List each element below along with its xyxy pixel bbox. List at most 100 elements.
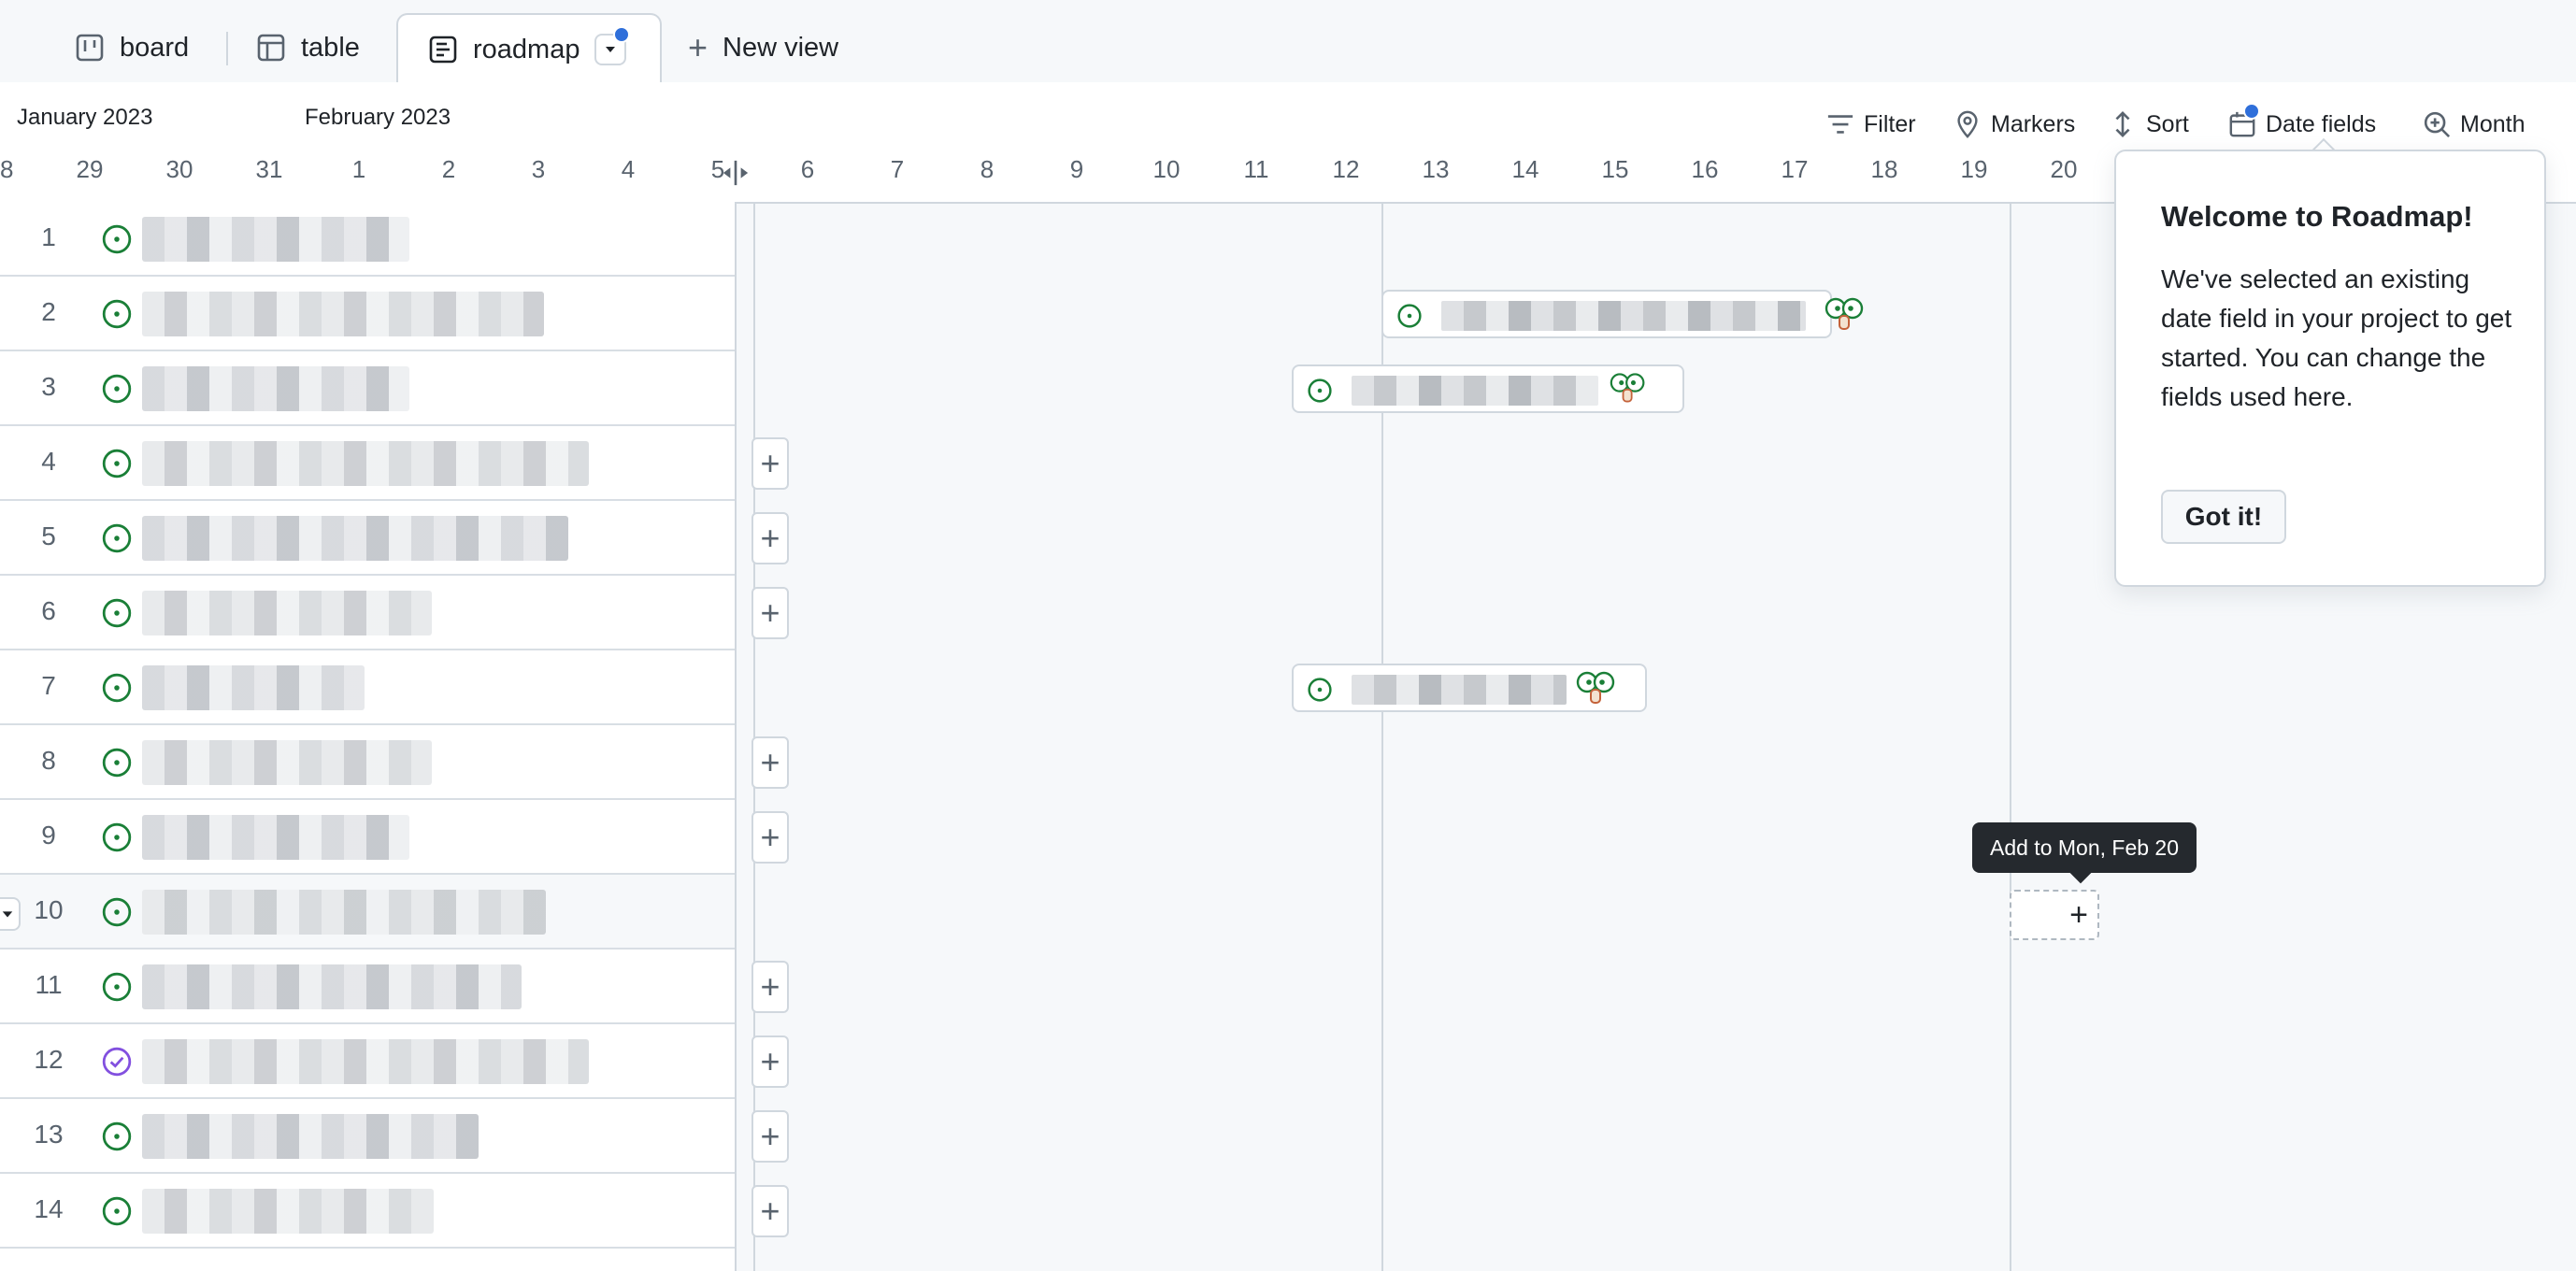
issue-open-icon: [1397, 304, 1422, 328]
table-row[interactable]: 13: [0, 1099, 735, 1174]
day-label: 16: [1691, 155, 1719, 183]
table-row[interactable]: 9: [0, 800, 735, 875]
item-title-redacted[interactable]: [142, 815, 409, 860]
assignee-avatar-icon: [1825, 297, 1866, 336]
add-date-tooltip: Add to Mon, Feb 20: [1972, 822, 2197, 873]
day-label: 4: [621, 155, 636, 183]
plus-icon: +: [688, 28, 708, 66]
add-date-button[interactable]: +: [751, 437, 789, 490]
issue-open-icon: [101, 597, 133, 634]
tab-board[interactable]: board: [75, 13, 189, 82]
item-title-redacted[interactable]: [142, 890, 546, 935]
table-row[interactable]: 8: [0, 725, 735, 800]
row-number: 9: [41, 821, 56, 850]
add-date-button[interactable]: +: [751, 512, 789, 564]
column-resize-handle[interactable]: [722, 159, 750, 192]
issue-open-icon: [101, 373, 133, 409]
row-menu-toggle[interactable]: [0, 897, 21, 931]
item-title-redacted[interactable]: [142, 665, 365, 710]
date-fields-dot: [2243, 103, 2260, 120]
filter-label: Filter: [1864, 110, 1916, 137]
sort-arrows-icon: [2109, 110, 2137, 138]
view-tab-bar: board table roadmap + New view: [0, 0, 2576, 84]
zoom-label: Month: [2460, 110, 2526, 137]
table-row[interactable]: 5: [0, 501, 735, 576]
filter-button[interactable]: Filter: [1826, 101, 1916, 148]
item-title-redacted[interactable]: [142, 591, 432, 636]
location-pin-icon: [1953, 110, 1982, 138]
plus-icon: +: [2069, 896, 2088, 933]
got-it-button[interactable]: Got it!: [2161, 490, 2286, 544]
day-label: 31: [255, 155, 283, 183]
row-number: 8: [41, 746, 56, 775]
table-row[interactable]: 1: [0, 202, 735, 277]
issue-open-icon: [101, 747, 133, 783]
tab-roadmap-label: roadmap: [473, 34, 580, 64]
tab-board-label: board: [120, 32, 190, 63]
roadmap-item-bar[interactable]: [1381, 290, 1832, 338]
table-row[interactable]: 2: [0, 277, 735, 351]
day-label: 30: [165, 155, 193, 183]
week-divider: [1381, 202, 1383, 1271]
day-label: 10: [1152, 155, 1181, 183]
add-date-button[interactable]: +: [751, 587, 789, 639]
table-row[interactable]: 10: [0, 875, 735, 950]
issue-open-icon: [101, 298, 133, 335]
day-label: 14: [1511, 155, 1539, 183]
popover-title: Welcome to Roadmap!: [2161, 200, 2473, 233]
filter-icon: [1826, 110, 1854, 138]
table-row[interactable]: 4: [0, 426, 735, 501]
roadmap-icon: [428, 35, 458, 64]
item-title-redacted[interactable]: [142, 1039, 589, 1084]
issue-open-icon: [101, 448, 133, 484]
tab-roadmap[interactable]: roadmap: [396, 13, 662, 84]
item-title-redacted[interactable]: [142, 516, 568, 561]
add-date-button[interactable]: +: [751, 1110, 789, 1163]
tab-table[interactable]: table: [256, 13, 360, 82]
table-row[interactable]: 6: [0, 576, 735, 650]
zoom-button[interactable]: Month: [2423, 101, 2525, 148]
item-title-redacted[interactable]: [142, 441, 589, 486]
add-date-button[interactable]: +: [751, 811, 789, 864]
new-view-label: New view: [723, 32, 839, 63]
zoom-in-icon: [2423, 110, 2451, 138]
add-date-button[interactable]: +: [751, 1035, 789, 1088]
welcome-popover: Welcome to Roadmap! We've selected an ex…: [2114, 150, 2546, 587]
item-title-redacted[interactable]: [142, 217, 409, 262]
month-label-february: February 2023: [305, 105, 451, 130]
row-number: 5: [41, 521, 56, 550]
table-row[interactable]: 7: [0, 650, 735, 725]
view-options-dropdown[interactable]: [594, 26, 631, 65]
row-number: 6: [41, 596, 56, 625]
new-view-button[interactable]: + New view: [688, 13, 838, 82]
row-number: 1: [41, 222, 56, 251]
issue-open-icon: [101, 971, 133, 1007]
item-title-redacted[interactable]: [142, 964, 522, 1009]
add-date-button[interactable]: +: [751, 736, 789, 789]
item-title-redacted[interactable]: [142, 366, 409, 411]
add-date-button[interactable]: +: [751, 1185, 789, 1237]
caret-down-icon: [606, 47, 616, 52]
table-row[interactable]: 3: [0, 351, 735, 426]
markers-button[interactable]: Markers: [1953, 101, 2075, 148]
issue-open-icon: [101, 672, 133, 708]
day-label: 11: [1243, 155, 1269, 183]
item-title-redacted[interactable]: [142, 740, 432, 785]
item-title-redacted[interactable]: [142, 1114, 479, 1159]
day-label: 3: [531, 155, 546, 183]
issue-open-icon: [1308, 678, 1332, 702]
table-row[interactable]: 14: [0, 1174, 735, 1249]
item-title-redacted[interactable]: [142, 292, 544, 336]
row-number: 2: [41, 297, 56, 326]
sort-button[interactable]: Sort: [2109, 101, 2189, 148]
day-label: 2: [441, 155, 456, 183]
table-row[interactable]: 11: [0, 950, 735, 1024]
table-row[interactable]: 12: [0, 1024, 735, 1099]
day-label: 1: [351, 155, 366, 183]
add-date-slot[interactable]: +: [2010, 890, 2099, 940]
date-fields-button[interactable]: Date fields: [2228, 101, 2376, 148]
day-label: 15: [1601, 155, 1629, 183]
item-title-redacted[interactable]: [142, 1189, 434, 1234]
add-date-button[interactable]: +: [751, 961, 789, 1013]
issue-open-icon: [101, 1195, 133, 1232]
